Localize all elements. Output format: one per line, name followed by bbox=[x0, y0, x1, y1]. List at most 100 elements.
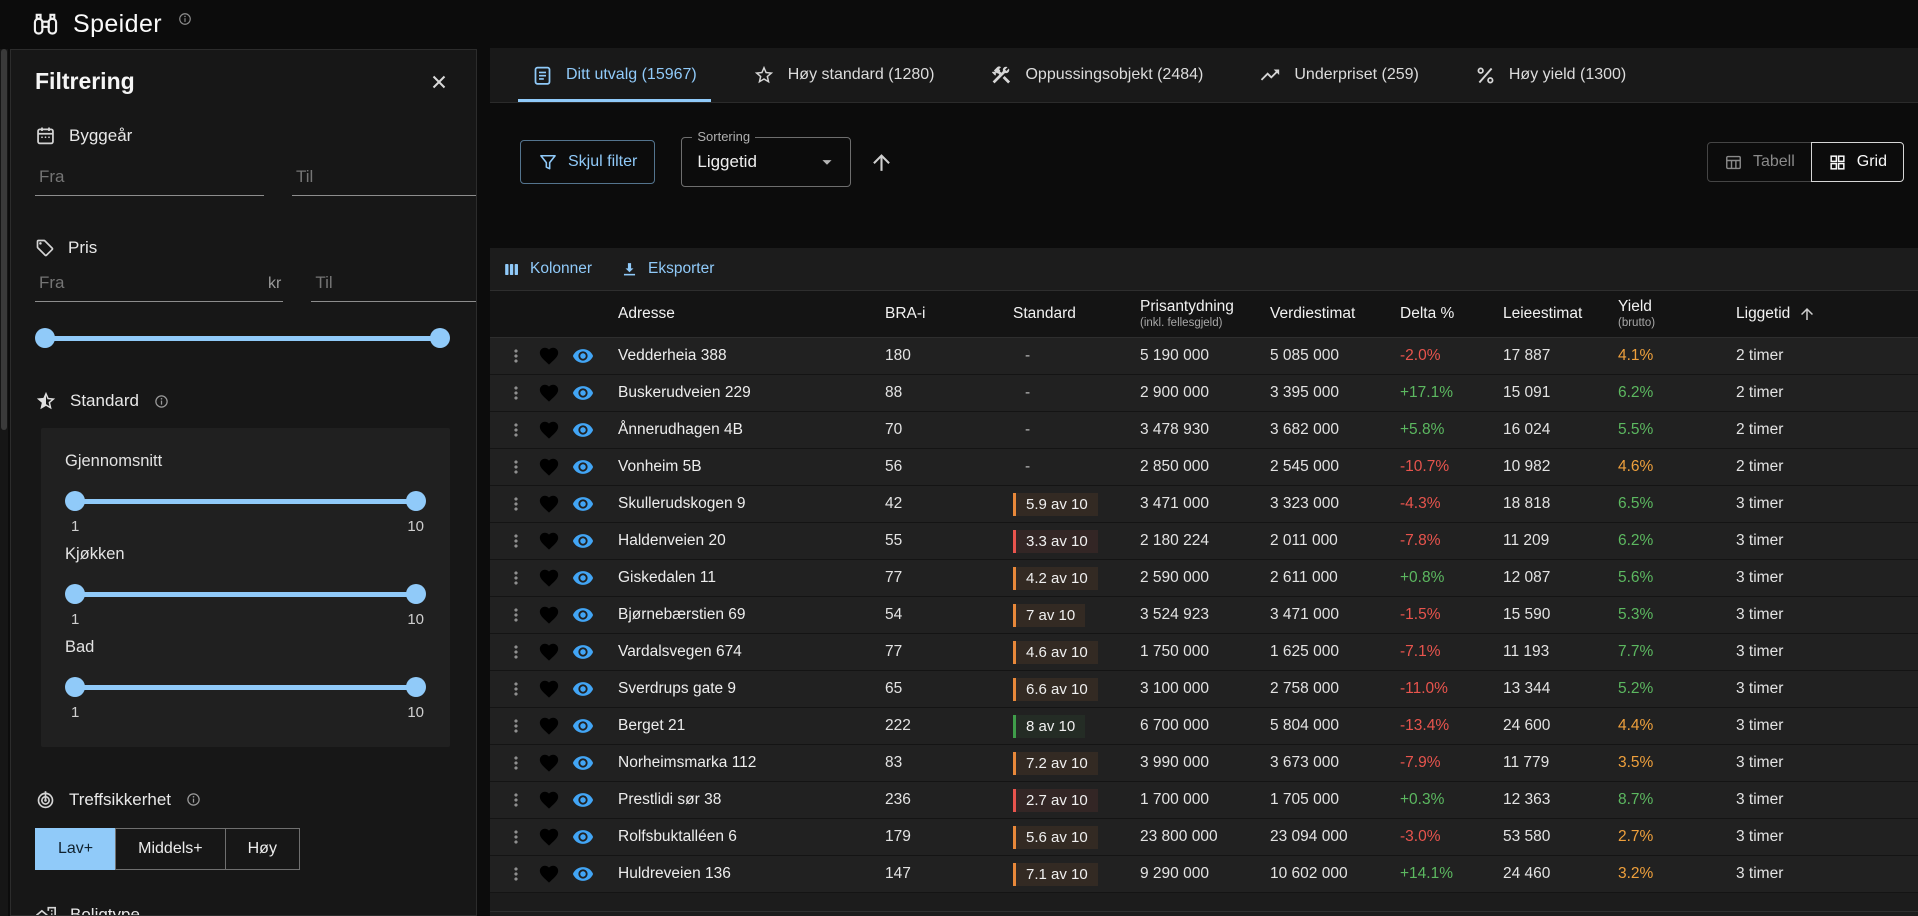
eye-icon[interactable] bbox=[572, 419, 594, 441]
header-standard[interactable]: Standard bbox=[1005, 305, 1132, 323]
eye-icon[interactable] bbox=[572, 826, 594, 848]
heart-icon[interactable] bbox=[538, 419, 560, 441]
heart-icon[interactable] bbox=[538, 826, 560, 848]
row-menu-kebab-icon[interactable] bbox=[506, 679, 526, 699]
export-button[interactable]: Eksporter bbox=[620, 260, 714, 279]
row-menu-kebab-icon[interactable] bbox=[506, 531, 526, 551]
slider-max-handle[interactable] bbox=[406, 584, 426, 604]
slider-min-handle[interactable] bbox=[65, 584, 85, 604]
header-liggetid[interactable]: Liggetid bbox=[1728, 305, 1918, 323]
row-menu-kebab-icon[interactable] bbox=[506, 383, 526, 403]
heart-icon[interactable] bbox=[538, 382, 560, 404]
treffsikkerhet-info-icon[interactable] bbox=[186, 792, 201, 807]
row-menu-kebab-icon[interactable] bbox=[506, 790, 526, 810]
eye-icon[interactable] bbox=[572, 604, 594, 626]
eye-icon[interactable] bbox=[572, 789, 594, 811]
row-menu-kebab-icon[interactable] bbox=[506, 568, 526, 588]
eye-icon[interactable] bbox=[572, 530, 594, 552]
treffsikkerhet-option-middels[interactable]: Middels+ bbox=[115, 828, 225, 870]
sort-select[interactable]: Sortering Liggetid bbox=[681, 137, 851, 187]
gjennomsnitt-range-slider[interactable] bbox=[67, 491, 424, 511]
table-row[interactable]: Huldreveien 136 147 7.1 av 10 9 290 000 … bbox=[490, 856, 1918, 893]
slider-min-handle[interactable] bbox=[65, 677, 85, 697]
eye-icon[interactable] bbox=[572, 456, 594, 478]
table-row[interactable]: Haldenveien 20 55 3.3 av 10 2 180 224 2 … bbox=[490, 523, 1918, 560]
tab-underpriset[interactable]: Underpriset (259) bbox=[1231, 48, 1447, 102]
heart-icon[interactable] bbox=[538, 789, 560, 811]
row-menu-kebab-icon[interactable] bbox=[506, 346, 526, 366]
table-row[interactable]: Sverdrups gate 9 65 6.6 av 10 3 100 000 … bbox=[490, 671, 1918, 708]
eye-icon[interactable] bbox=[572, 678, 594, 700]
eye-icon[interactable] bbox=[572, 567, 594, 589]
table-row[interactable]: Ånnerudhagen 4B 70 - 3 478 930 3 682 000… bbox=[490, 412, 1918, 449]
table-row[interactable]: Berget 21 222 8 av 10 6 700 000 5 804 00… bbox=[490, 708, 1918, 745]
sidebar-scrollbar[interactable] bbox=[0, 49, 8, 916]
slider-max-handle[interactable] bbox=[406, 491, 426, 511]
row-menu-kebab-icon[interactable] bbox=[506, 605, 526, 625]
table-view-button[interactable]: Tabell bbox=[1707, 142, 1812, 182]
header-delta[interactable]: Delta % bbox=[1392, 305, 1495, 323]
eye-icon[interactable] bbox=[572, 493, 594, 515]
heart-icon[interactable] bbox=[538, 641, 560, 663]
table-row[interactable]: Giskedalen 11 77 4.2 av 10 2 590 000 2 6… bbox=[490, 560, 1918, 597]
app-info-icon[interactable] bbox=[178, 12, 192, 26]
eye-icon[interactable] bbox=[572, 752, 594, 774]
header-bra[interactable]: BRA-i bbox=[877, 305, 1005, 323]
row-menu-kebab-icon[interactable] bbox=[506, 864, 526, 884]
heart-icon[interactable] bbox=[538, 752, 560, 774]
header-leieestimat[interactable]: Leieestimat bbox=[1495, 305, 1610, 323]
heart-icon[interactable] bbox=[538, 456, 560, 478]
heart-icon[interactable] bbox=[538, 567, 560, 589]
header-prisantydning[interactable]: Prisantydning (inkl. fellesgjeld) bbox=[1132, 298, 1262, 330]
heart-icon[interactable] bbox=[538, 604, 560, 626]
tab-hoy-standard[interactable]: Høy standard (1280) bbox=[725, 48, 963, 102]
row-menu-kebab-icon[interactable] bbox=[506, 753, 526, 773]
columns-button[interactable]: Kolonner bbox=[502, 260, 592, 279]
heart-icon[interactable] bbox=[538, 530, 560, 552]
table-row[interactable]: Rolfsbuktalléen 6 179 5.6 av 10 23 800 0… bbox=[490, 819, 1918, 856]
eye-icon[interactable] bbox=[572, 863, 594, 885]
pris-slider-max-handle[interactable] bbox=[430, 328, 450, 348]
table-row[interactable]: Skullerudskogen 9 42 5.9 av 10 3 471 000… bbox=[490, 486, 1918, 523]
tab-ditt-utvalg[interactable]: Ditt utvalg (15967) bbox=[504, 48, 725, 102]
bad-range-slider[interactable] bbox=[67, 677, 424, 697]
row-menu-kebab-icon[interactable] bbox=[506, 457, 526, 477]
eye-icon[interactable] bbox=[572, 382, 594, 404]
treffsikkerhet-option-lav[interactable]: Lav+ bbox=[35, 828, 116, 870]
pris-slider-min-handle[interactable] bbox=[35, 328, 55, 348]
eye-icon[interactable] bbox=[572, 715, 594, 737]
heart-icon[interactable] bbox=[538, 345, 560, 367]
row-menu-kebab-icon[interactable] bbox=[506, 494, 526, 514]
heart-icon[interactable] bbox=[538, 863, 560, 885]
row-menu-kebab-icon[interactable] bbox=[506, 420, 526, 440]
eye-icon[interactable] bbox=[572, 345, 594, 367]
header-yield[interactable]: Yield (brutto) bbox=[1610, 298, 1728, 330]
row-menu-kebab-icon[interactable] bbox=[506, 716, 526, 736]
eye-icon[interactable] bbox=[572, 641, 594, 663]
table-row[interactable]: Vedderheia 388 180 - 5 190 000 5 085 000… bbox=[490, 338, 1918, 375]
header-verdiestimat[interactable]: Verdiestimat bbox=[1262, 305, 1392, 323]
slider-max-handle[interactable] bbox=[406, 677, 426, 697]
sort-direction-button[interactable] bbox=[869, 150, 894, 175]
heart-icon[interactable] bbox=[538, 715, 560, 737]
table-row[interactable]: Vardalsvegen 674 77 4.6 av 10 1 750 000 … bbox=[490, 634, 1918, 671]
table-row[interactable]: Bjørnebærstien 69 54 7 av 10 3 524 923 3… bbox=[490, 597, 1918, 634]
slider-min-handle[interactable] bbox=[65, 491, 85, 511]
table-row[interactable]: Prestlidi sør 38 236 2.7 av 10 1 700 000… bbox=[490, 782, 1918, 819]
byggear-from-input[interactable] bbox=[37, 166, 262, 188]
tab-hoy-yield[interactable]: Høy yield (1300) bbox=[1447, 48, 1654, 102]
pris-range-slider[interactable] bbox=[37, 328, 448, 348]
sidebar-scrollbar-thumb[interactable] bbox=[1, 49, 7, 430]
tab-oppussingsobjekt[interactable]: Oppussingsobjekt (2484) bbox=[962, 48, 1231, 102]
row-menu-kebab-icon[interactable] bbox=[506, 642, 526, 662]
pris-from-input[interactable] bbox=[37, 272, 262, 294]
header-adresse[interactable]: Adresse bbox=[615, 305, 877, 323]
heart-icon[interactable] bbox=[538, 493, 560, 515]
heart-icon[interactable] bbox=[538, 678, 560, 700]
table-row[interactable]: Vonheim 5B 56 - 2 850 000 2 545 000 -10.… bbox=[490, 449, 1918, 486]
byggear-to-input[interactable] bbox=[294, 166, 477, 188]
grid-view-button[interactable]: Grid bbox=[1811, 142, 1904, 182]
row-menu-kebab-icon[interactable] bbox=[506, 827, 526, 847]
treffsikkerhet-option-hoy[interactable]: Høy bbox=[225, 828, 300, 870]
table-row[interactable]: Buskerudveien 229 88 - 2 900 000 3 395 0… bbox=[490, 375, 1918, 412]
